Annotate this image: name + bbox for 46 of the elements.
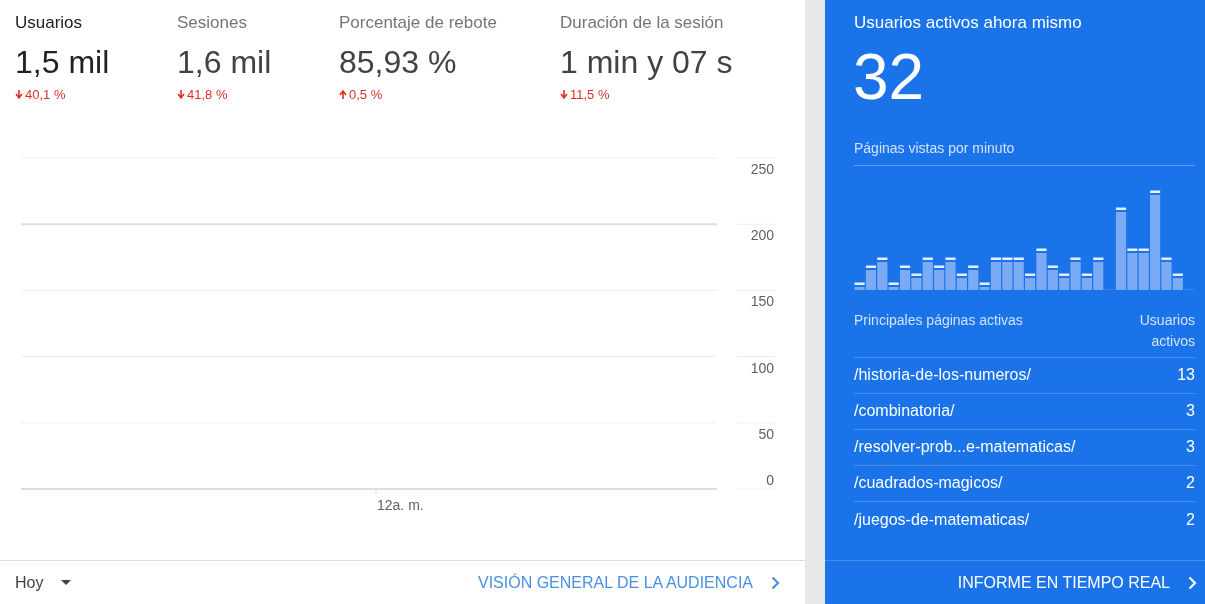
arrow-down-icon — [15, 90, 23, 101]
y-axis-label: 0 — [766, 472, 774, 489]
bar — [1002, 257, 1013, 290]
change-percent: 11,5 % — [570, 86, 610, 105]
page-path[interactable]: /resolver-prob...e-matematicas/ — [854, 435, 1076, 460]
active-users-value: 3 — [1186, 401, 1195, 422]
page-path[interactable]: /juegos-de-matematicas/ — [854, 507, 1030, 532]
arrow-down-icon — [560, 90, 568, 101]
change-percent: 41,8 % — [187, 86, 228, 105]
metric-value: 1 min y 07 s — [560, 42, 733, 82]
caret-icon — [61, 580, 72, 585]
metric-value: 85,93 % — [339, 42, 457, 82]
y-axis-label: 50 — [758, 425, 774, 442]
x-axis-label: 12a. m. — [377, 497, 424, 514]
date-range-dropdown[interactable]: Hoy — [15, 570, 72, 595]
active-users-value: 2 — [1186, 473, 1195, 494]
chevron-right-icon — [1188, 575, 1197, 590]
metric-tab[interactable]: Sesiones — [177, 10, 339, 36]
y-axis-label: 200 — [750, 227, 774, 244]
change-percent: 0,5 % — [349, 86, 383, 105]
chevron-right-icon — [771, 575, 780, 590]
arrow-up-icon — [339, 90, 347, 101]
metric-tab[interactable]: Porcentaje de rebote — [339, 10, 560, 36]
active-users-count: 32 — [852, 41, 926, 112]
arrow-down-icon — [177, 90, 185, 101]
active-users-value: 3 — [1186, 437, 1195, 458]
realtime-title: Usuarios activos ahora mismo — [853, 12, 1083, 34]
column-header: Usuarios activos — [1138, 310, 1195, 351]
page-path[interactable]: /cuadrados-magicos/ — [854, 471, 1003, 496]
active-users-value: 2 — [1186, 509, 1195, 530]
metric-tab[interactable]: Usuarios — [15, 10, 177, 36]
y-axis-label: 250 — [750, 161, 774, 178]
column-header: Principales páginas activas — [854, 310, 1023, 330]
y-axis-label: 150 — [750, 293, 774, 310]
active-users-value: 13 — [1177, 365, 1195, 386]
audience-overview-link[interactable]: VISIÓN GENERAL DE LA AUDIENCIA — [477, 570, 780, 595]
page-path[interactable]: /historia-de-los-numeros/ — [854, 363, 1031, 388]
chart-title: Páginas vistas por minuto — [854, 137, 1195, 166]
metric-tab[interactable]: Duración de la sesión — [560, 10, 722, 36]
metric-value: 1,6 mil — [177, 42, 272, 82]
y-axis-label: 100 — [750, 359, 774, 376]
change-percent: 40,1 % — [25, 86, 66, 105]
metric-value: 1,5 mil — [15, 42, 110, 82]
page-path[interactable]: /combinatoria/ — [854, 399, 955, 424]
bar — [934, 265, 945, 290]
realtime-report-link[interactable]: INFORME EN TIEMPO REAL — [957, 570, 1197, 595]
